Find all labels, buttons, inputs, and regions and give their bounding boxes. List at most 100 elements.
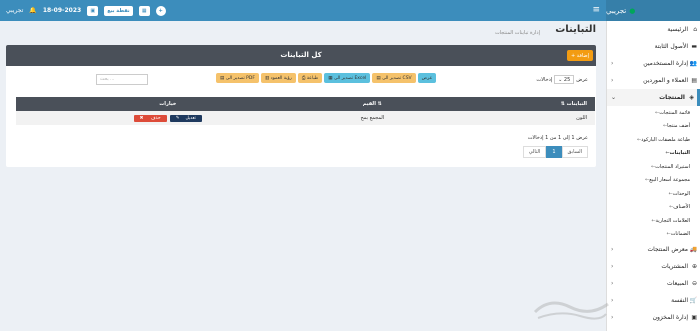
sidebar-sub-label: مجموعة أسعار البيع: [649, 177, 690, 184]
delete-label: حذف: [150, 115, 161, 121]
chevron-down-icon: ⌄: [611, 94, 617, 101]
edit-button[interactable]: ✎ تعديل: [169, 114, 202, 122]
arrow-icon: ←: [665, 150, 670, 157]
pos-button-label: نقطة بيع: [107, 7, 130, 14]
sidebar-item-inventory[interactable]: ▣ إدارة المخزون ‹: [607, 309, 700, 326]
sidebar-sub-item[interactable]: العلامات التجارية ←: [607, 214, 700, 228]
length-select[interactable]: 25 ⌄: [554, 75, 575, 84]
length-value: 25: [563, 76, 571, 83]
export-buttons: ▤ تصدير الى PDF ▥ رؤية العمود ⎙ طباعة ▦ …: [216, 73, 437, 83]
sidebar-sub-item[interactable]: طباعة ملصقات الباركود ←: [607, 133, 700, 147]
sidebar-item-label: إدارة المخزون: [652, 314, 688, 321]
top-navbar: تجريبي 🔔 18-09-2023 ▣ نقطة بيع ▦ + ≡ ● ت…: [0, 0, 700, 21]
delete-button[interactable]: ✖ حذف: [133, 114, 167, 122]
pos-button[interactable]: نقطة بيع: [104, 5, 133, 16]
sidebar-sub-item[interactable]: الضمانات ←: [607, 228, 700, 242]
bell-icon[interactable]: 🔔: [29, 7, 36, 14]
sidebar-item-label: المبيعات: [667, 280, 688, 287]
sidebar-sub-item-variations[interactable]: التباينات ←: [607, 147, 700, 161]
home-icon: ⌂: [693, 26, 697, 33]
edit-label: تعديل: [185, 115, 196, 121]
sidebar-item-products[interactable]: ◈ المنتجات ⌄: [607, 89, 700, 106]
arrow-icon: ←: [645, 177, 650, 184]
arrow-icon: ←: [636, 136, 642, 143]
arrow-icon: ←: [668, 190, 673, 197]
row-actions: ✖ حذف ✎ تعديل: [16, 111, 320, 125]
sidebar-item-contacts[interactable]: ▤ العملاء و الموردين ‹: [607, 72, 700, 89]
export-csv-button[interactable]: ▤ تصدير الى CSV: [372, 73, 416, 83]
export-csv-label: تصدير الى CSV: [382, 75, 412, 81]
column-visibility-label: رؤية العمود: [270, 75, 292, 81]
sidebar-item-sales[interactable]: ⊖ المبيعات ‹: [607, 275, 700, 292]
sidebar-item-label: إدارة المستخدمين: [643, 60, 688, 67]
search-placeholder: بحث ...: [100, 77, 115, 82]
show-button-label: عرض: [421, 75, 433, 81]
sidebar-item-label: الرئيسية: [667, 26, 688, 33]
pager-prev[interactable]: السابق: [561, 146, 588, 158]
print-label: طباعة: [306, 75, 319, 81]
sidebar-item-home[interactable]: ⌂ الرئيسية: [607, 21, 700, 38]
chevron-left-icon: ‹: [611, 263, 614, 270]
arrow-icon: ←: [666, 231, 671, 238]
sidebar-item-label: المنتجات: [659, 94, 685, 101]
sidebar-item-showroom[interactable]: 🚚 معرض المنتجات ‹: [607, 241, 700, 258]
length-prefix: عرض: [576, 76, 588, 83]
box-title: كل التباينات: [280, 51, 322, 59]
variations-box: كل التباينات + إضافة عرض 25 ⌄ إدخالات ▤ …: [6, 45, 596, 167]
sidebar-sub-label: الوحدات: [672, 190, 690, 197]
sidebar-sub-item[interactable]: مجموعة أسعار البيع ←: [607, 174, 700, 188]
sidebar-item-label: الأصول الثابتة: [654, 43, 688, 50]
export-pdf-button[interactable]: ▤ تصدير الى PDF: [216, 73, 259, 83]
arrow-icon: ←: [669, 204, 674, 211]
user-menu[interactable]: تجريبي: [6, 7, 23, 14]
sidebar-sub-item[interactable]: قائمة المنتجات ←: [607, 106, 700, 120]
sidebar-item-label: المشتريات: [661, 263, 688, 270]
search-input[interactable]: بحث ...: [96, 74, 148, 85]
pagination: السابق 1 التالي: [522, 146, 588, 158]
variations-table: خيارات القيم ⇅ ⇅ التباينات ✖ حذف ✎ تعديل …: [16, 97, 595, 125]
values-column-header[interactable]: القيم ⇅: [319, 97, 425, 111]
table-header-row: خيارات القيم ⇅ ⇅ التباينات: [16, 97, 595, 111]
sidebar-item-label: معرض المنتجات: [647, 246, 688, 253]
sidebar-sub-item[interactable]: الوحدات ←: [607, 187, 700, 201]
menu-toggle-icon[interactable]: ≡: [592, 5, 600, 15]
sidebar-item-purchases[interactable]: ⊕ المشتريات ‹: [607, 258, 700, 275]
sidebar-sub-item[interactable]: أضف منتجا ←: [607, 120, 700, 134]
pager-current[interactable]: 1: [546, 146, 562, 158]
add-button[interactable]: + إضافة: [566, 50, 593, 61]
show-button[interactable]: عرض: [417, 73, 437, 83]
calculator-button[interactable]: ▦: [138, 5, 150, 16]
cash-register-button[interactable]: ▣: [87, 5, 99, 16]
length-suffix: إدخالات: [536, 76, 553, 83]
export-excel-button[interactable]: ▦ تصدير الى Excel: [324, 73, 371, 83]
sidebar: ⌂ الرئيسية ▬ الأصول الثابتة 👥 إدارة المستخد…: [606, 21, 700, 331]
column-visibility-button[interactable]: ▥ رؤية العمود: [260, 73, 296, 83]
users-icon: 👥: [689, 60, 697, 67]
brand[interactable]: ● تجريبي: [606, 0, 700, 21]
header-label: القيم: [362, 101, 376, 107]
chevron-left-icon: ‹: [611, 60, 614, 67]
sidebar-sub-item[interactable]: الأصناف ←: [607, 201, 700, 215]
variations-column-header[interactable]: ⇅ التباينات: [425, 97, 595, 111]
sidebar-item-users[interactable]: 👥 إدارة المستخدمين ‹: [607, 55, 700, 72]
table-row: ✖ حذف ✎ تعديل المجمع بمج اللون: [16, 111, 595, 125]
options-column-header[interactable]: خيارات: [16, 97, 320, 111]
watermark-logo: [533, 301, 609, 320]
add-button-label: إضافة: [576, 52, 589, 59]
header-label: خيارات: [159, 101, 177, 107]
add-circle-button[interactable]: +: [155, 5, 166, 16]
sidebar-sub-item[interactable]: استيراد المنتجات ←: [607, 160, 700, 174]
page-title: التباينات: [555, 24, 596, 35]
chevron-left-icon: ‹: [611, 280, 614, 287]
sidebar-item-expenses[interactable]: 🛒 النفسة ‹: [607, 292, 700, 309]
arrow-icon: ←: [655, 109, 660, 116]
export-pdf-label: تصدير الى PDF: [225, 75, 255, 81]
pager-next[interactable]: التالي: [522, 146, 547, 158]
cart-icon: 🛒: [689, 297, 697, 304]
sidebar-item-assets[interactable]: ▬ الأصول الثابتة: [607, 38, 700, 55]
warehouse-icon: ▣: [691, 314, 697, 321]
row-name: اللون: [425, 111, 595, 125]
sidebar-item-label: النفسة: [671, 297, 688, 304]
print-button[interactable]: ⎙ طباعة: [297, 73, 323, 83]
sidebar-item-label: العملاء و الموردين: [643, 77, 688, 84]
